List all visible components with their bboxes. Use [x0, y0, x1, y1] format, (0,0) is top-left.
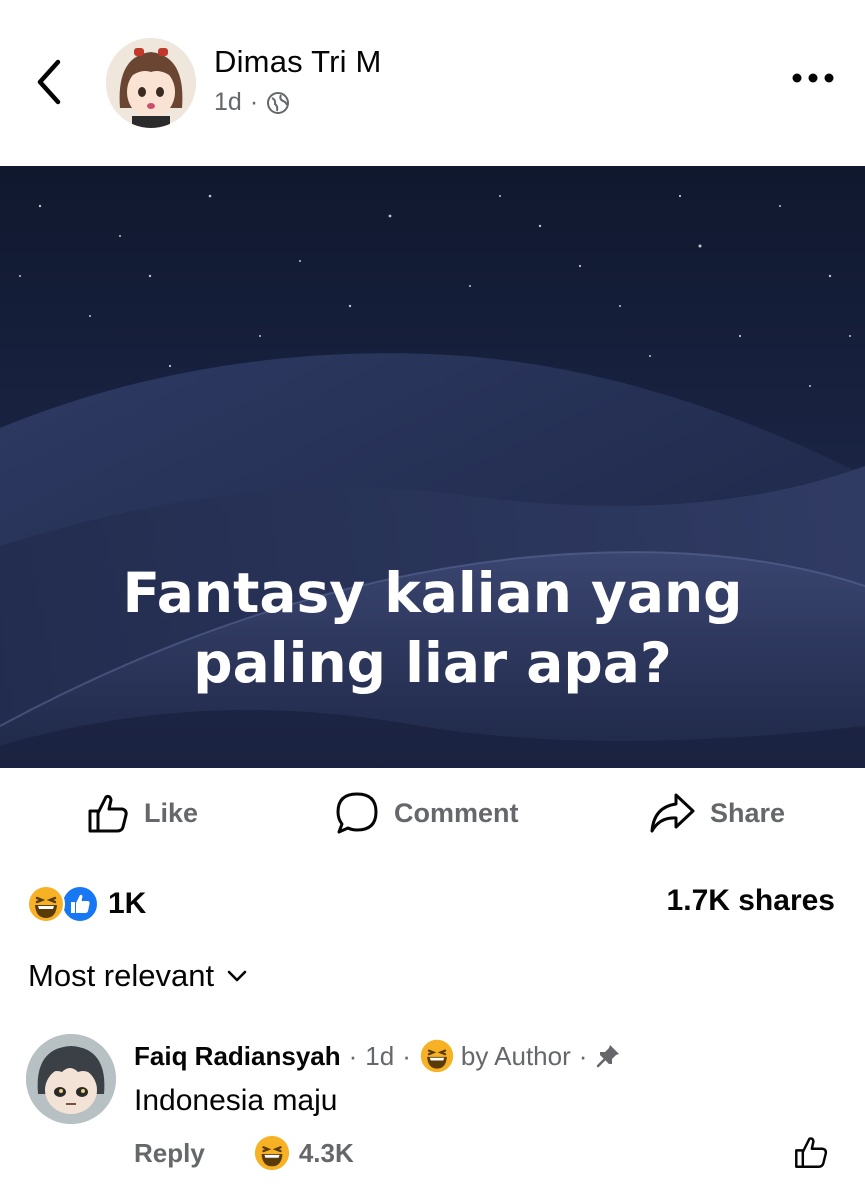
commenter-name[interactable]: Faiq Radiansyah: [134, 1041, 341, 1072]
post-caption-line2: paling liar apa?: [193, 631, 672, 695]
author-avatar[interactable]: [106, 38, 196, 128]
share-button[interactable]: Share: [648, 780, 785, 846]
commenter-avatar[interactable]: [26, 1034, 116, 1124]
thumbs-up-icon: [88, 794, 128, 833]
comment-button[interactable]: Comment: [334, 780, 519, 846]
comment-like-button[interactable]: [793, 1134, 829, 1170]
share-count[interactable]: 1.7K shares: [667, 884, 835, 918]
comment-time: 1d: [365, 1040, 395, 1071]
meta-separator: ·: [249, 88, 259, 116]
author-reaction-label: by Author: [460, 1040, 571, 1071]
more-options-button[interactable]: [791, 66, 835, 90]
comment-label: Comment: [394, 797, 519, 828]
comment-footer: Reply 4.3K: [134, 1134, 354, 1172]
reply-button[interactable]: Reply: [134, 1138, 205, 1169]
comment-reaction-count[interactable]: 4.3K: [299, 1138, 354, 1169]
comment-text: Indonesia maju: [134, 1084, 338, 1117]
chibi-avatar-image: [26, 1034, 116, 1124]
anime-avatar-image: [106, 38, 196, 128]
like-label: Like: [144, 797, 199, 828]
comment-sort-dropdown[interactable]: Most relevant: [28, 958, 248, 994]
thumbs-up-icon: [795, 1137, 828, 1168]
laugh-emoji-icon: [27, 885, 65, 923]
globe-icon: [267, 91, 290, 114]
post-action-bar: Like Comment Share: [0, 780, 865, 850]
comment-header: Faiq Radiansyah · 1d · by Author ·: [134, 1038, 621, 1074]
reaction-count: 1K: [108, 887, 147, 920]
post-time: 1d: [214, 88, 242, 116]
laugh-emoji-icon: [420, 1039, 454, 1073]
share-arrow-icon: [650, 793, 695, 833]
laugh-emoji-icon: [254, 1135, 289, 1171]
separator-dot: ·: [402, 1040, 411, 1071]
chevron-left-icon: [37, 59, 61, 105]
post-image[interactable]: Fantasy kalian yang paling liar apa?: [0, 166, 865, 768]
post-caption-line1: Fantasy kalian yang: [122, 561, 743, 625]
sort-label: Most relevant: [28, 958, 215, 993]
like-reaction-icon: [61, 885, 99, 923]
share-label: Share: [710, 797, 786, 828]
separator-dot: ·: [348, 1040, 358, 1071]
chevron-down-icon: [227, 970, 247, 982]
pin-icon: [597, 1045, 620, 1068]
like-button[interactable]: Like: [86, 780, 198, 846]
reaction-summary[interactable]: 1K: [26, 882, 146, 926]
post-caption: Fantasy kalian yang paling liar apa?: [0, 558, 865, 698]
comment-bubble-icon: [336, 792, 378, 834]
author-name[interactable]: Dimas Tri M: [214, 44, 382, 80]
back-button[interactable]: [28, 54, 68, 110]
separator-dot: ·: [578, 1040, 588, 1071]
post-meta: 1d ·: [214, 88, 290, 117]
more-dots-icon: [792, 73, 834, 83]
